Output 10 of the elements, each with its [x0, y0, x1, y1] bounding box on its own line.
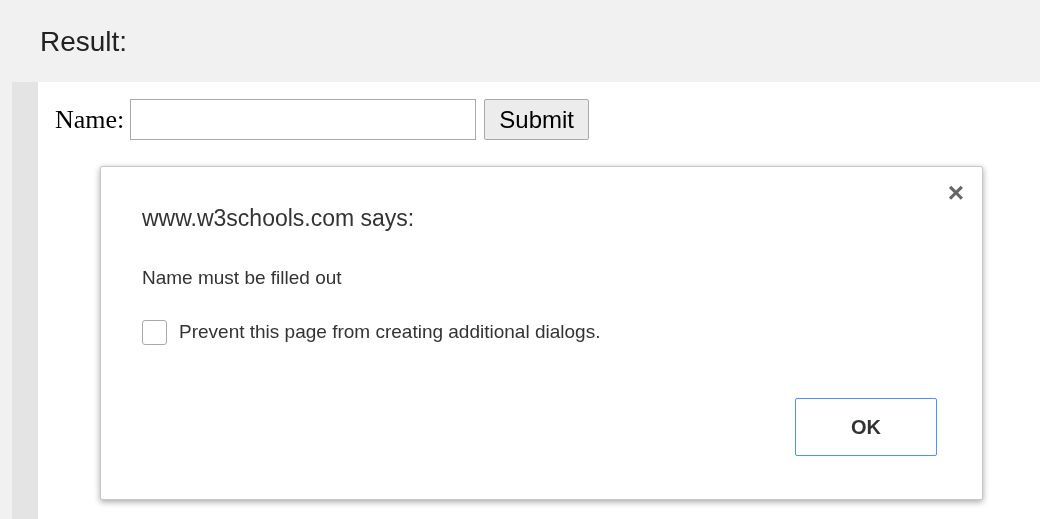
submit-button[interactable]: Submit	[484, 99, 589, 140]
prevent-label: Prevent this page from creating additional dialogs.	[179, 320, 601, 344]
name-input[interactable]	[130, 99, 477, 140]
ok-button[interactable]: OK	[795, 397, 937, 456]
name-label: Name:	[55, 104, 125, 136]
close-icon[interactable]: ×	[947, 179, 964, 207]
dialog-message: Name must be filled out	[142, 265, 343, 290]
result-heading: Result:	[40, 25, 128, 59]
dialog-title: www.w3schools.com says:	[142, 204, 416, 233]
prevent-checkbox[interactable]	[142, 319, 167, 345]
